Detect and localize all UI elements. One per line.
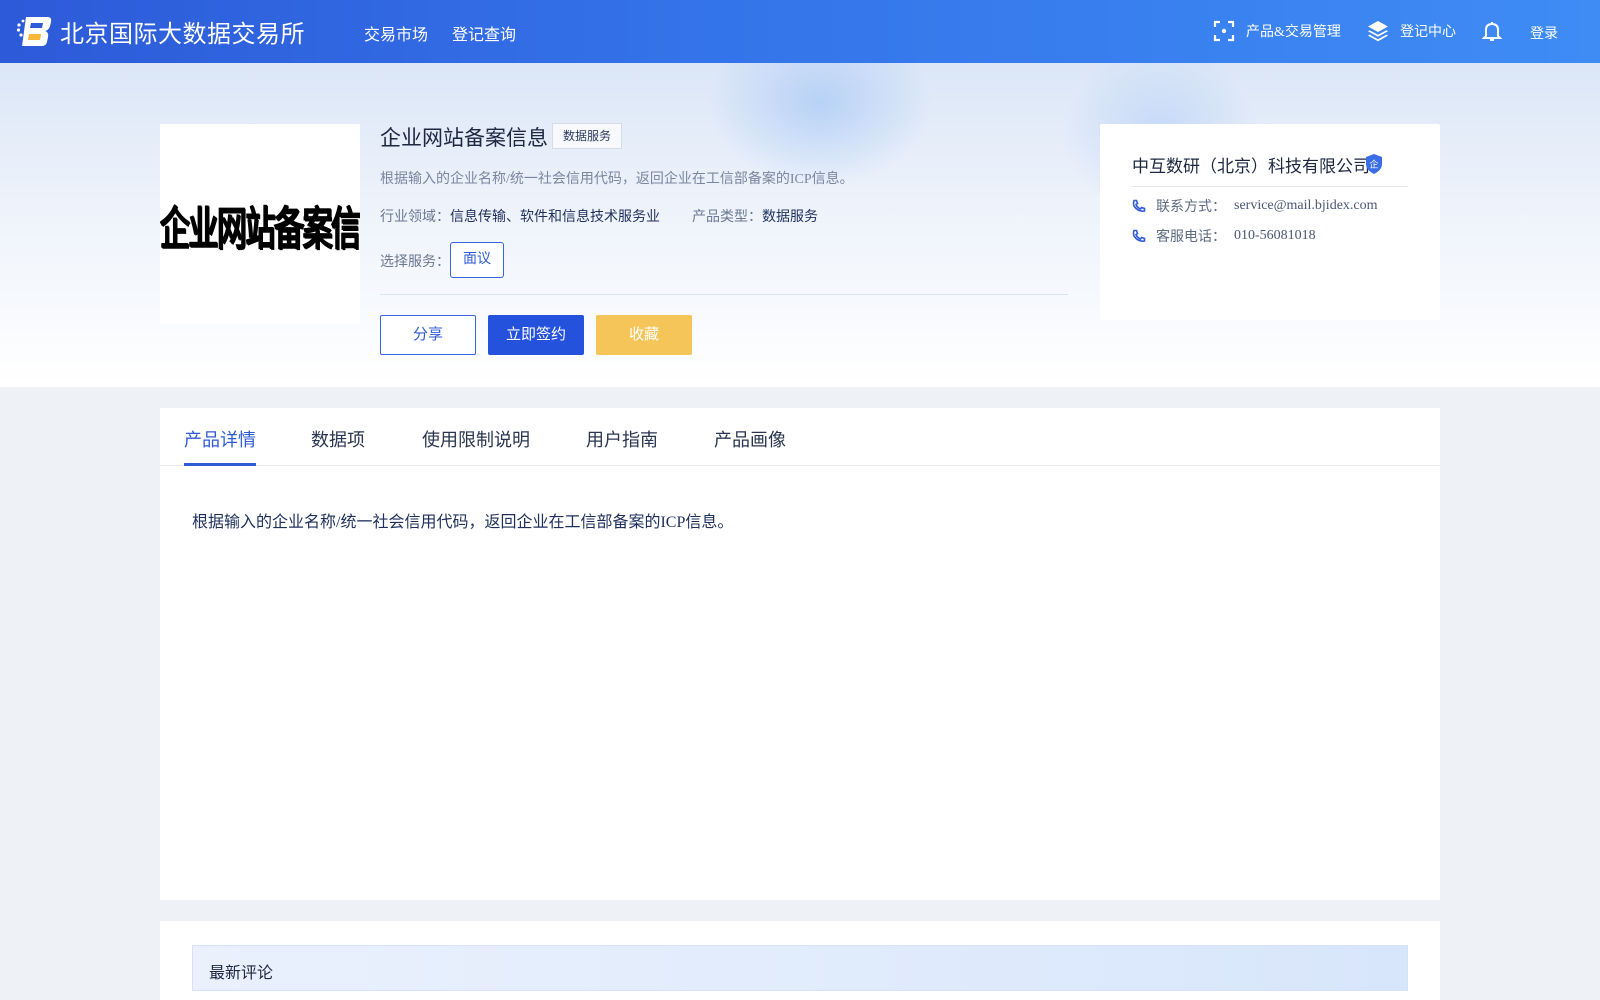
logo-icon[interactable] (16, 15, 52, 47)
tab-usage-restrictions[interactable]: 使用限制说明 (422, 426, 530, 452)
phone-icon (1132, 199, 1146, 213)
detail-tabs-bar: 产品详情 数据项 使用限制说明 用户指南 产品画像 (160, 408, 1440, 466)
contact-method-label: 联系方式： (1156, 200, 1226, 215)
product-type-field: 产品类型：数据服务 (692, 206, 818, 226)
comments-title: 最新评论 (209, 965, 274, 982)
customer-service-phone-value: 010-56081018 (1234, 228, 1316, 243)
tab-product-profile[interactable]: 产品画像 (714, 426, 786, 452)
product-details-content: 根据输入的企业名称/统一社会信用代码，返回企业在工信部备案的ICP信息。 (192, 514, 734, 531)
comments-header: 最新评论 (192, 945, 1408, 991)
phone-icon (1132, 229, 1146, 243)
hero-divider (380, 294, 1068, 295)
nav-registration-center[interactable]: 登记中心 (1366, 19, 1456, 43)
contact-email-value: service@mail.bjidex.com (1234, 198, 1378, 213)
service-label: 选择服务： (380, 255, 450, 270)
scan-frame-icon (1212, 19, 1236, 43)
product-image-text: 企业网站备案信息 (160, 202, 360, 257)
contact-email-row: 联系方式： service@mail.bjidex.com (1132, 196, 1378, 216)
service-option-negotiable[interactable]: 面议 (450, 242, 504, 278)
nav-product-trade-management[interactable]: 产品&交易管理 (1212, 19, 1341, 43)
customer-service-phone-label: 客服电话： (1156, 230, 1226, 245)
product-description: 根据输入的企业名称/统一社会信用代码，返回企业在工信部备案的ICP信息。 (380, 172, 854, 187)
nav-link-registration-query[interactable]: 登记查询 (452, 21, 516, 45)
nav-registration-center-label: 登记中心 (1400, 25, 1456, 40)
company-badge-text: 企 (1369, 159, 1378, 171)
provider-company-card: 中互数研（北京）科技有限公司 企 联系方式： service@mail.bjid… (1100, 124, 1440, 320)
comments-panel: 最新评论 (160, 921, 1440, 1000)
industry-field: 行业领域：信息传输、软件和信息技术服务业 (380, 206, 660, 226)
site-name[interactable]: 北京国际大数据交易所 (60, 14, 305, 49)
share-button[interactable]: 分享 (380, 315, 476, 355)
product-detail-panel: 产品详情 数据项 使用限制说明 用户指南 产品画像 根据输入的企业名称/统一社会… (160, 408, 1440, 900)
industry-label: 行业领域： (380, 210, 450, 225)
nav-product-trade-management-label: 产品&交易管理 (1246, 25, 1341, 40)
contact-phone-row: 客服电话： 010-56081018 (1132, 226, 1316, 246)
layers-icon (1366, 19, 1390, 43)
notification-bell-icon[interactable] (1480, 19, 1504, 43)
product-type-tag: 数据服务 (552, 123, 623, 149)
industry-value: 信息传输、软件和信息技术服务业 (450, 210, 660, 225)
active-tab-indicator (184, 463, 256, 466)
tab-data-items[interactable]: 数据项 (311, 426, 365, 452)
product-title: 企业网站备案信息 (380, 126, 548, 150)
favorite-button[interactable]: 收藏 (596, 315, 692, 355)
company-name[interactable]: 中互数研（北京）科技有限公司 (1132, 152, 1370, 177)
login-link[interactable]: 登录 (1530, 23, 1558, 43)
tab-user-guide[interactable]: 用户指南 (586, 426, 658, 452)
sign-now-button[interactable]: 立即签约 (488, 315, 584, 355)
company-card-divider (1132, 186, 1408, 187)
enterprise-verified-badge-icon: 企 (1364, 153, 1384, 175)
top-navbar: 北京国际大数据交易所 交易市场 登记查询 产品&交易管理 登记中心 登录 (0, 0, 1600, 63)
product-type-value: 数据服务 (762, 210, 818, 225)
nav-link-market[interactable]: 交易市场 (364, 21, 428, 45)
tab-product-details[interactable]: 产品详情 (184, 426, 256, 452)
product-image: 企业网站备案信息 (160, 124, 360, 324)
product-type-label: 产品类型： (692, 210, 762, 225)
